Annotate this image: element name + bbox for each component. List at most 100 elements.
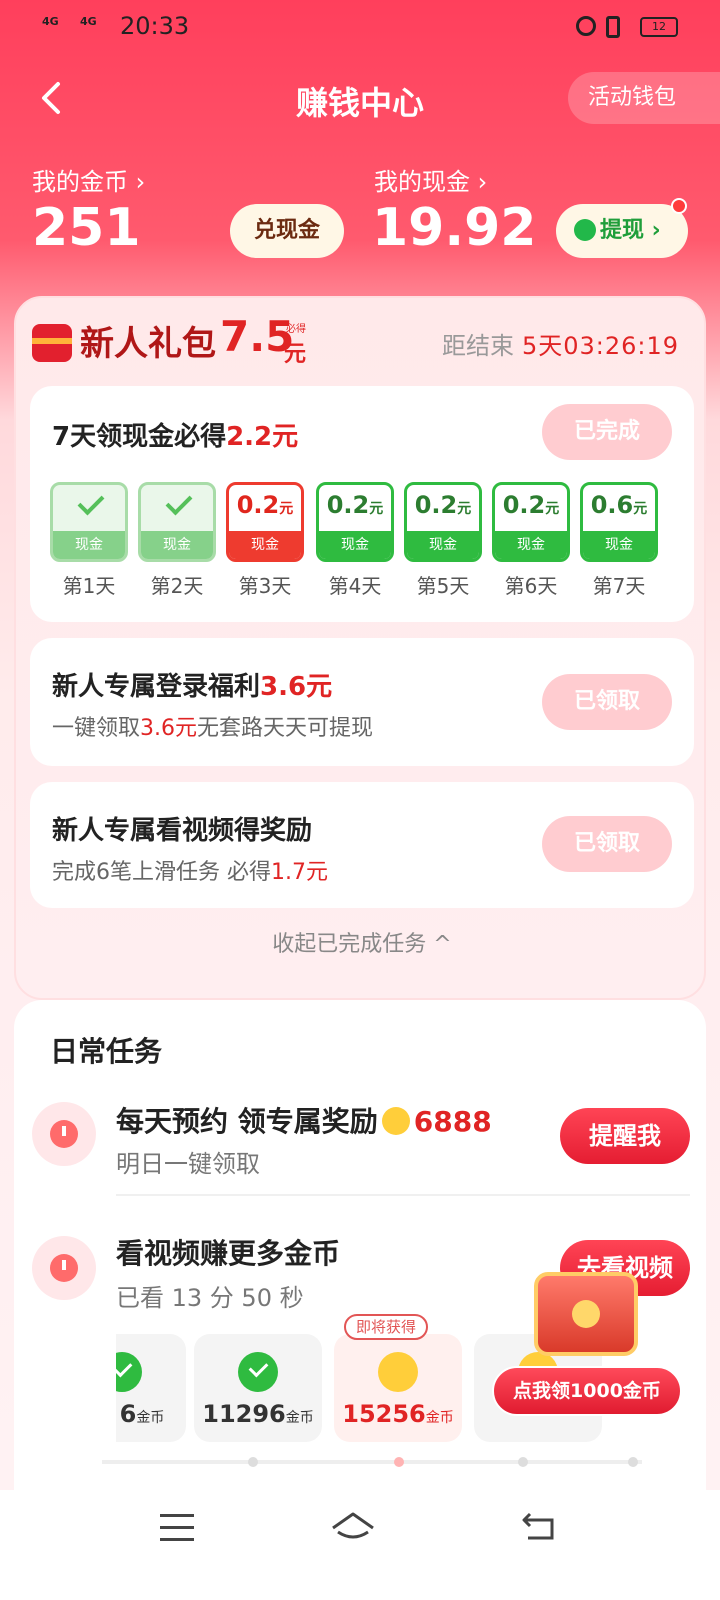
progress-timeline: [102, 1457, 642, 1467]
milestone-item: 15256金币: [334, 1334, 462, 1442]
withdraw-label: 提现 ›: [600, 218, 661, 243]
day-amount: 0.2: [326, 491, 370, 519]
home-icon[interactable]: [330, 1510, 376, 1544]
check-circle-icon: [238, 1352, 278, 1392]
red-envelope-icon: [32, 324, 72, 362]
day-unit: 元: [633, 501, 648, 517]
daily-tasks-title: 日常任务: [50, 1035, 163, 1068]
alarm-clock-icon: [32, 1236, 96, 1300]
day-unit: 元: [545, 501, 560, 517]
milestone-unit: 金币: [136, 1410, 165, 1426]
my-coins-link[interactable]: 我的金币 ›: [32, 162, 145, 197]
cash-value: 19.92: [372, 198, 537, 258]
signal-icon: 4G: [80, 15, 97, 28]
divider: [116, 1194, 690, 1196]
login-reward-title: 新人专属登录福利3.6元: [52, 672, 333, 702]
remind-me-button[interactable]: 提醒我: [560, 1108, 690, 1164]
system-nav-bar: [0, 1490, 720, 1600]
day-tag: 现金: [141, 531, 213, 559]
watch-progress-text: 已看 13 分 50 秒: [116, 1284, 304, 1312]
day-3[interactable]: 0.2元 现金 第3天: [226, 482, 304, 599]
day-tag: 现金: [229, 531, 301, 559]
day-tag: 现金: [495, 531, 567, 559]
login-reward-subtitle: 一键领取3.6元无套路天天可提现: [52, 716, 374, 741]
day-tag: 现金: [53, 531, 125, 559]
activity-wallet-button[interactable]: 活动钱包: [568, 72, 720, 124]
day-amount: 0.2: [414, 491, 458, 519]
package-guaranteed-tag: 必得: [286, 324, 306, 335]
check-circle-icon: [116, 1352, 142, 1392]
countdown-timer: 5天03:26:19: [522, 332, 680, 360]
milestone-item: 6金币: [116, 1334, 186, 1442]
day-card: 现金: [138, 482, 216, 562]
menu-icon[interactable]: [160, 1514, 194, 1544]
day-card: 0.2元 现金: [404, 482, 482, 562]
claimed-button[interactable]: 已领取: [542, 674, 672, 730]
back-nav-icon[interactable]: [522, 1512, 558, 1542]
alarm-clock-icon: [32, 1102, 96, 1166]
seven-day-task: 7天领现金必得2.2元 已完成 现金 第1天 现金 第2天 0.2元 现金 第3…: [30, 386, 694, 622]
day-4[interactable]: 0.2元 现金 第4天: [316, 482, 394, 599]
reserve-task-subtitle: 明日一键领取: [116, 1150, 260, 1178]
battery-icon: 12: [640, 17, 678, 37]
milestone-item: 11296金币: [194, 1334, 322, 1442]
claim-coins-button[interactable]: 点我领1000金币: [492, 1366, 682, 1416]
day-tag: 现金: [583, 531, 655, 559]
status-bar: 4G 4G 20:33 12: [0, 0, 720, 56]
check-icon: [165, 488, 193, 516]
day-unit: 元: [369, 501, 384, 517]
alarm-icon: [576, 16, 596, 36]
day-6[interactable]: 0.2元 现金 第6天: [492, 482, 570, 599]
milestone-unit: 金币: [285, 1410, 314, 1426]
day-unit: 元: [457, 501, 472, 517]
coins-value: 251: [32, 198, 141, 258]
treasure-chest-icon[interactable]: [534, 1272, 638, 1356]
collapse-completed-link[interactable]: 收起已完成任务 ^: [16, 926, 708, 958]
header: 赚钱中心 活动钱包: [0, 70, 720, 130]
milestone-value: 11296: [202, 1400, 286, 1428]
signal-icon: 4G: [42, 15, 59, 28]
status-time: 20:33: [120, 12, 190, 40]
milestone-value: 15256: [342, 1400, 426, 1428]
video-reward-title: 新人专属看视频得奖励: [52, 816, 313, 846]
day-label: 第3天: [238, 574, 292, 598]
day-label: 第1天: [62, 574, 116, 598]
day-5[interactable]: 0.2元 现金 第5天: [404, 482, 482, 599]
day-label: 第2天: [150, 574, 204, 598]
login-reward-task: 新人专属登录福利3.6元 一键领取3.6元无套路天天可提现 已领取: [30, 638, 694, 766]
day-label: 第5天: [416, 574, 470, 598]
day-7[interactable]: 0.6元 现金 第7天: [580, 482, 658, 599]
package-title: 新人礼包: [80, 324, 216, 364]
timeline-point: [394, 1457, 404, 1467]
video-reward-task: 新人专属看视频得奖励 完成6笔上滑任务 必得1.7元 已领取: [30, 782, 694, 908]
day-card: 现金: [50, 482, 128, 562]
day-tag: 现金: [407, 531, 479, 559]
claimed-button[interactable]: 已领取: [542, 816, 672, 872]
day-label: 第4天: [328, 574, 382, 598]
timeline-point: [248, 1457, 258, 1467]
day-card: 0.6元 现金: [580, 482, 658, 562]
daily-tasks-card: 日常任务 每天预约 领专属奖励 6888 明日一键领取 提醒我 看视频赚更多金币 …: [14, 1000, 706, 1490]
countdown-label: 距结束: [442, 332, 514, 360]
day-amount: 0.6: [590, 491, 634, 519]
day-card: 0.2元 现金: [492, 482, 570, 562]
reserve-task-title: 每天预约 领专属奖励 6888: [116, 1105, 492, 1138]
video-reward-subtitle: 完成6笔上滑任务 必得1.7元: [52, 860, 328, 885]
day-unit: 元: [279, 501, 294, 517]
exchange-cash-button[interactable]: 兑现金: [230, 204, 344, 258]
day-label: 第7天: [592, 574, 646, 598]
coin-icon: [378, 1352, 418, 1392]
day-tag: 现金: [319, 531, 391, 559]
milestone-unit: 金币: [425, 1410, 454, 1426]
coin-icon: [381, 1107, 410, 1135]
day-card: 0.2元 现金: [316, 482, 394, 562]
wechat-icon: [574, 219, 596, 241]
my-cash-link[interactable]: 我的现金 ›: [374, 162, 487, 197]
day-1[interactable]: 现金 第1天: [50, 482, 128, 599]
completed-button[interactable]: 已完成: [542, 404, 672, 460]
day-2[interactable]: 现金 第2天: [138, 482, 216, 599]
vibrate-icon: [606, 16, 620, 38]
timeline-point: [518, 1457, 528, 1467]
day-amount: 0.2: [236, 491, 280, 519]
withdraw-button[interactable]: 提现 ›: [556, 204, 688, 258]
